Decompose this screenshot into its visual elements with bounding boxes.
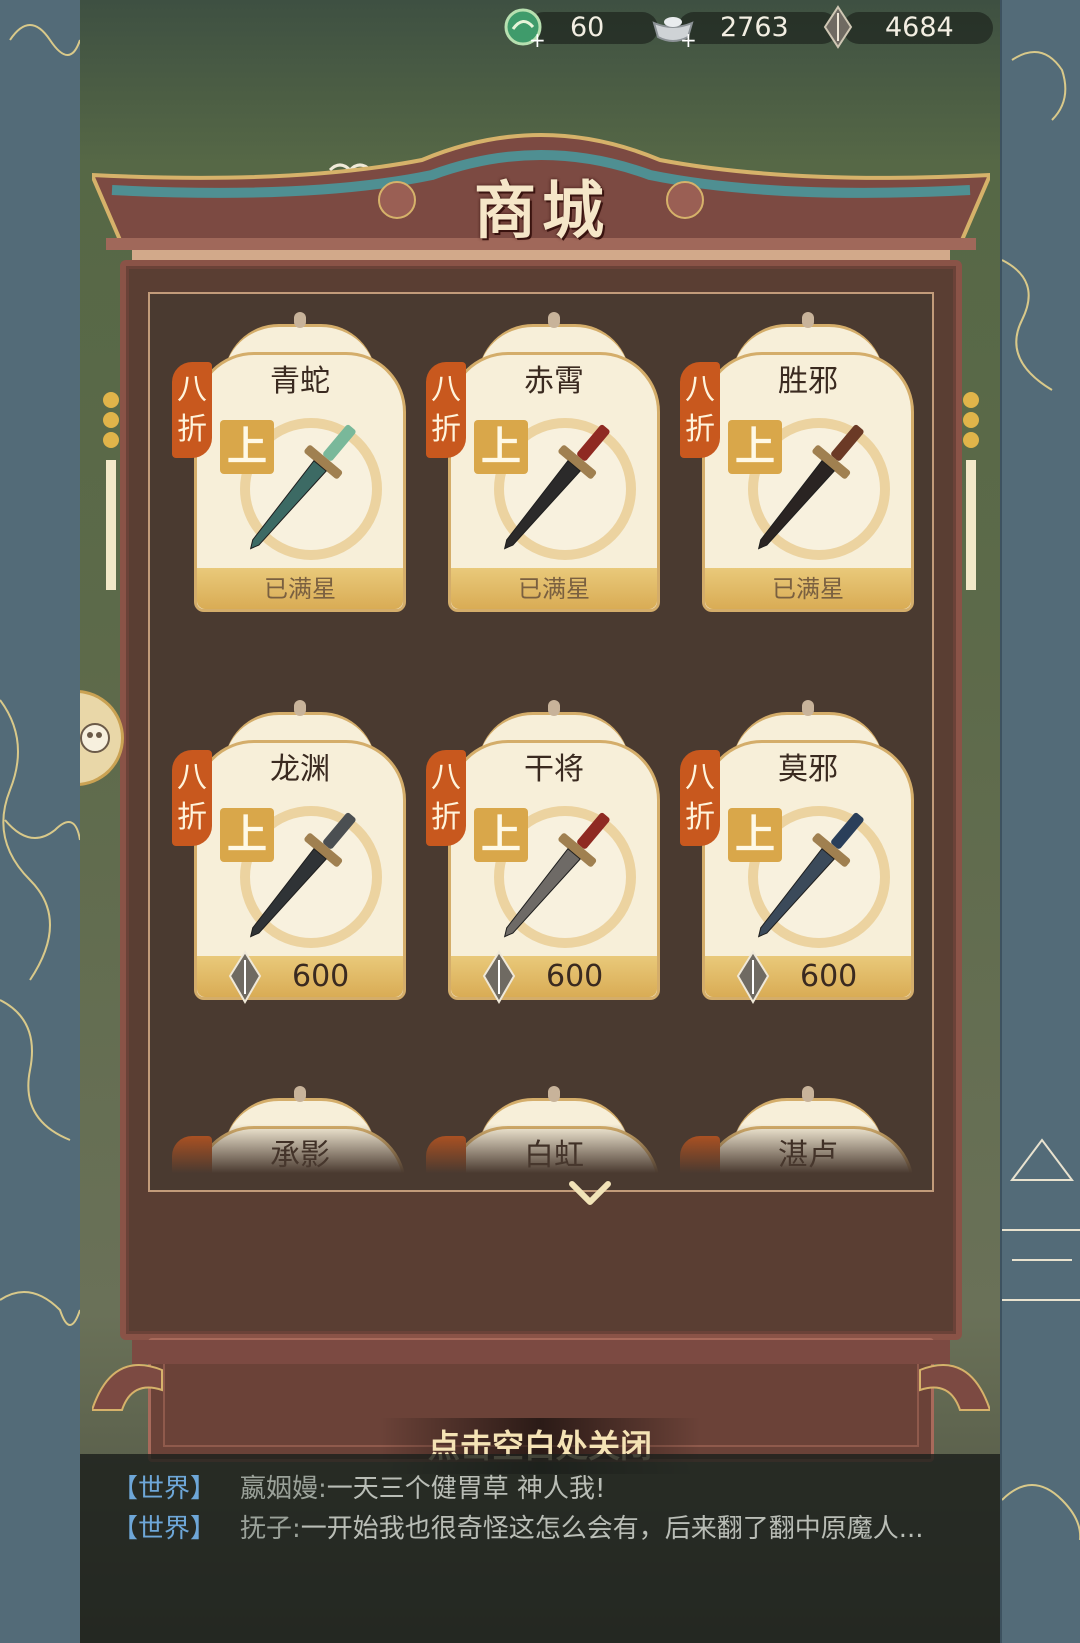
scroll-down-icon[interactable] bbox=[568, 1178, 612, 1210]
crystal-currency[interactable]: 4684 bbox=[815, 4, 993, 50]
svg-text:+: + bbox=[529, 28, 545, 49]
jade-dragon-icon: + bbox=[500, 4, 546, 50]
jade-value: 60 bbox=[570, 11, 605, 43]
chat-text: 一天三个健胃草 神人我! bbox=[326, 1474, 606, 1504]
discount-badge: 八折 bbox=[172, 362, 212, 458]
crystal-value: 4684 bbox=[885, 11, 954, 43]
discount-badge: 八折 bbox=[426, 750, 466, 846]
chat-sender: 抚子: bbox=[240, 1514, 301, 1544]
game-stage[interactable]: + 60 + 2763 4684 商城 青蛇 八 折 上 已满星 赤霄 八 折 … bbox=[80, 0, 1000, 1643]
jade-currency[interactable]: + 60 bbox=[500, 4, 658, 50]
grade-badge: 上 bbox=[220, 808, 274, 862]
grade-badge: 上 bbox=[220, 420, 274, 474]
item-name: 胜邪 bbox=[778, 364, 838, 399]
item-grid[interactable]: 青蛇八折上已满星 赤霄八折上已满星 胜邪八折上已满星 龙渊八折上 600 干将八折上 600… bbox=[148, 292, 934, 1192]
shop-cabinet: 商城 青蛇八折上已满星 赤霄八折上已满星 胜邪八折上已满星 龙渊八折上 600 干将八折上… bbox=[92, 130, 990, 1470]
shop-item-card[interactable]: 赤霄 八折上已满星 bbox=[426, 312, 660, 612]
right-tassel bbox=[963, 392, 979, 590]
left-decor-panel bbox=[0, 0, 84, 1643]
discount-badge: 八折 bbox=[680, 750, 720, 846]
item-price: 600 bbox=[292, 959, 350, 994]
scroll-fade bbox=[150, 1124, 932, 1190]
crystal-icon bbox=[815, 4, 861, 50]
silver-value: 2763 bbox=[720, 11, 789, 43]
side-menu-button[interactable] bbox=[80, 690, 124, 786]
max-star-status: 已满星 bbox=[518, 575, 590, 603]
item-name: 龙渊 bbox=[270, 752, 330, 787]
crystal-price-icon bbox=[736, 950, 770, 1004]
chat-sender: 嬴姻嫚: bbox=[240, 1474, 327, 1504]
cabinet-base bbox=[92, 1340, 990, 1411]
grade-badge: 上 bbox=[728, 808, 782, 862]
shop-item-card[interactable]: 胜邪 八折上已满星 bbox=[680, 312, 914, 612]
chat-channel: 【世界】 bbox=[112, 1474, 217, 1504]
cloud-pattern-left bbox=[0, 24, 80, 1326]
shop-item-card[interactable]: 莫邪 八折上 600 bbox=[680, 700, 914, 1004]
grade-badge: 上 bbox=[474, 808, 528, 862]
grade-badge: 上 bbox=[474, 420, 528, 474]
shop-item-card[interactable]: 龙渊 八折上 600 bbox=[172, 700, 406, 1004]
item-name: 赤霄 bbox=[524, 364, 584, 399]
shop-title: 商城 bbox=[473, 174, 610, 247]
cloud-pattern-right bbox=[1002, 51, 1080, 1540]
max-star-status: 已满星 bbox=[772, 575, 844, 603]
discount-badge: 八折 bbox=[172, 750, 212, 846]
item-name: 干将 bbox=[524, 752, 584, 787]
chat-channel: 【世界】 bbox=[112, 1514, 217, 1544]
world-chat[interactable]: 【世界】 嬴姻嫚:一天三个健胃草 神人我! 【世界】 抚子:一开始我也很奇怪这怎么会… bbox=[80, 1454, 1000, 1643]
mask-icon bbox=[80, 723, 110, 753]
shop-item-card[interactable]: 干将 八折上 600 bbox=[426, 700, 660, 1004]
silver-currency[interactable]: + 2763 bbox=[650, 4, 838, 50]
item-name: 莫邪 bbox=[778, 752, 838, 787]
item-price: 600 bbox=[800, 959, 858, 994]
discount-badge: 八折 bbox=[680, 362, 720, 458]
silver-ingot-icon: + bbox=[650, 4, 696, 50]
svg-text:+: + bbox=[680, 28, 696, 49]
crystal-price-icon bbox=[482, 950, 516, 1004]
item-name: 青蛇 bbox=[270, 364, 330, 399]
max-star-status: 已满星 bbox=[264, 575, 336, 603]
discount-badge: 八折 bbox=[426, 362, 466, 458]
crystal-price-icon bbox=[228, 950, 262, 1004]
chat-text: 一开始我也很奇怪这怎么会有，后来翻了翻中原魔人... bbox=[300, 1514, 924, 1544]
chat-message: 【世界】 抚子:一开始我也很奇怪这怎么会有，后来翻了翻中原魔人... bbox=[112, 1508, 924, 1545]
item-price: 600 bbox=[546, 959, 604, 994]
right-decor-panel bbox=[998, 0, 1080, 1643]
chat-message: 【世界】 嬴姻嫚:一天三个健胃草 神人我! bbox=[112, 1468, 605, 1505]
grade-badge: 上 bbox=[728, 420, 782, 474]
shop-item-card[interactable]: 青蛇 八折上已满星 bbox=[172, 312, 406, 612]
left-tassel bbox=[103, 392, 119, 590]
shop-frame: 青蛇八折上已满星 赤霄八折上已满星 胜邪八折上已满星 龙渊八折上 600 干将八折上 600… bbox=[120, 260, 962, 1462]
